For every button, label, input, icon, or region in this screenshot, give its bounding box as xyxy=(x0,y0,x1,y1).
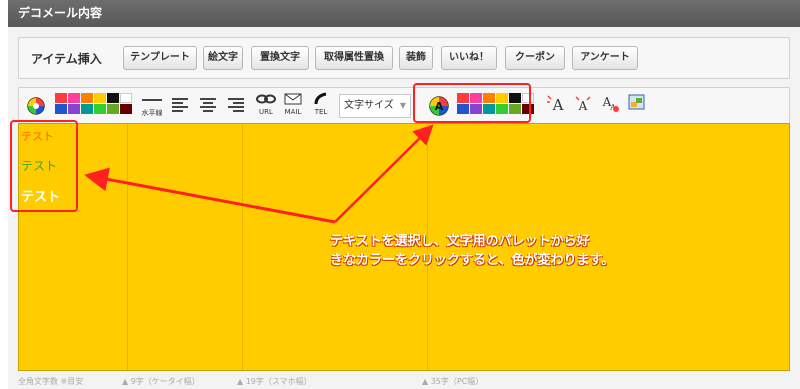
mail-icon[interactable]: MAIL xyxy=(282,92,304,120)
bg-color-swatch[interactable] xyxy=(68,93,80,103)
editor-panel: アイテム挿入 テンプレート 絵文字 置換文字 取得属性置換 装飾 いいね！ クー… xyxy=(8,27,800,389)
guide-label-smartphone: ▲ 19字（スマホ幅） xyxy=(237,377,312,386)
font-size-up-icon[interactable]: A xyxy=(545,92,567,120)
format-toolbar: 水平線 URL MAIL TEL 文字サイズ ▼ A A A A A xyxy=(18,87,790,123)
sample-text-white[interactable]: テスト xyxy=(21,186,60,205)
svg-text:A: A xyxy=(435,100,444,113)
attribute-replace-button[interactable]: 取得属性置換 xyxy=(315,46,393,70)
bg-color-swatch[interactable] xyxy=(107,93,119,103)
decoration-button[interactable]: 装飾 xyxy=(399,46,433,70)
text-color-swatch[interactable] xyxy=(457,93,469,103)
item-insert-row: アイテム挿入 テンプレート 絵文字 置換文字 取得属性置換 装飾 いいね！ クー… xyxy=(18,37,790,79)
bg-color-swatch[interactable] xyxy=(94,104,106,114)
bg-color-swatch[interactable] xyxy=(55,104,67,114)
width-guide-footer: 全角文字数 ※目安 ▲ 9字（ケータイ幅） ▲ 19字（スマホ幅） ▲ 35字（… xyxy=(18,374,790,388)
link-icon[interactable]: URL xyxy=(255,92,277,120)
survey-button[interactable]: アンケート xyxy=(572,46,638,70)
align-left-icon[interactable] xyxy=(169,92,191,120)
bg-color-swatch[interactable] xyxy=(81,93,93,103)
bg-color-swatch[interactable] xyxy=(120,104,132,114)
align-right-icon[interactable] xyxy=(225,92,247,120)
svg-text:A: A xyxy=(578,99,588,113)
text-color-icon[interactable]: A xyxy=(427,93,451,119)
sample-text-orange[interactable]: テスト xyxy=(21,128,54,144)
horizontal-rule-icon[interactable]: 水平線 xyxy=(139,92,165,120)
coupon-button[interactable]: クーポン xyxy=(505,46,565,70)
char-count-label: 全角文字数 ※目安 xyxy=(18,377,84,386)
text-color-swatch[interactable] xyxy=(470,104,482,114)
text-color-swatch[interactable] xyxy=(470,93,482,103)
panel-title: デコメール内容 xyxy=(8,0,800,27)
text-color-swatch[interactable] xyxy=(457,104,469,114)
text-color-swatch[interactable] xyxy=(522,93,534,103)
text-color-swatch[interactable] xyxy=(483,104,495,114)
phone-icon[interactable]: TEL xyxy=(310,92,332,120)
bg-color-icon[interactable] xyxy=(25,93,47,119)
text-color-swatch[interactable] xyxy=(496,104,508,114)
clear-format-icon[interactable]: AA xyxy=(599,92,621,120)
item-insert-label: アイテム挿入 xyxy=(31,52,102,66)
align-center-icon[interactable] xyxy=(197,92,219,120)
sample-text-green[interactable]: テスト xyxy=(21,157,57,174)
bg-color-swatch[interactable] xyxy=(120,93,132,103)
svg-text:A: A xyxy=(552,96,564,114)
bg-color-swatch[interactable] xyxy=(107,104,119,114)
annotation-callout: テキストを選択し、文字用のパレットから好 きなカラーをクリックすると、色が変わり… xyxy=(330,234,615,268)
bg-color-swatch[interactable] xyxy=(81,104,93,114)
text-color-swatch[interactable] xyxy=(522,104,534,114)
bg-color-swatch[interactable] xyxy=(68,104,80,114)
guide-line-smartphone xyxy=(242,124,243,370)
font-size-down-icon[interactable]: A xyxy=(572,92,594,120)
emoji-button[interactable]: 絵文字 xyxy=(203,46,243,70)
guide-label-mobile: ▲ 9字（ケータイ幅） xyxy=(122,377,200,386)
bg-color-swatch[interactable] xyxy=(94,93,106,103)
text-color-palette[interactable] xyxy=(457,93,534,114)
text-color-swatch[interactable] xyxy=(509,93,521,103)
text-color-swatch[interactable] xyxy=(483,93,495,103)
replace-text-button[interactable]: 置換文字 xyxy=(251,46,309,70)
guide-label-pc: ▲ 35字（PC幅） xyxy=(422,377,484,386)
deco-mail-editor: デコメール内容 アイテム挿入 テンプレート 絵文字 置換文字 取得属性置換 装飾… xyxy=(8,0,800,389)
guide-line-mobile xyxy=(127,124,128,370)
text-color-swatch[interactable] xyxy=(496,93,508,103)
template-button[interactable]: テンプレート xyxy=(123,46,197,70)
bg-color-palette[interactable] xyxy=(55,93,132,114)
like-button[interactable]: いいね！ xyxy=(441,46,497,70)
image-icon[interactable] xyxy=(625,92,647,120)
text-color-swatch[interactable] xyxy=(509,104,521,114)
bg-color-swatch[interactable] xyxy=(55,93,67,103)
font-size-select[interactable]: 文字サイズ ▼ xyxy=(339,94,411,118)
